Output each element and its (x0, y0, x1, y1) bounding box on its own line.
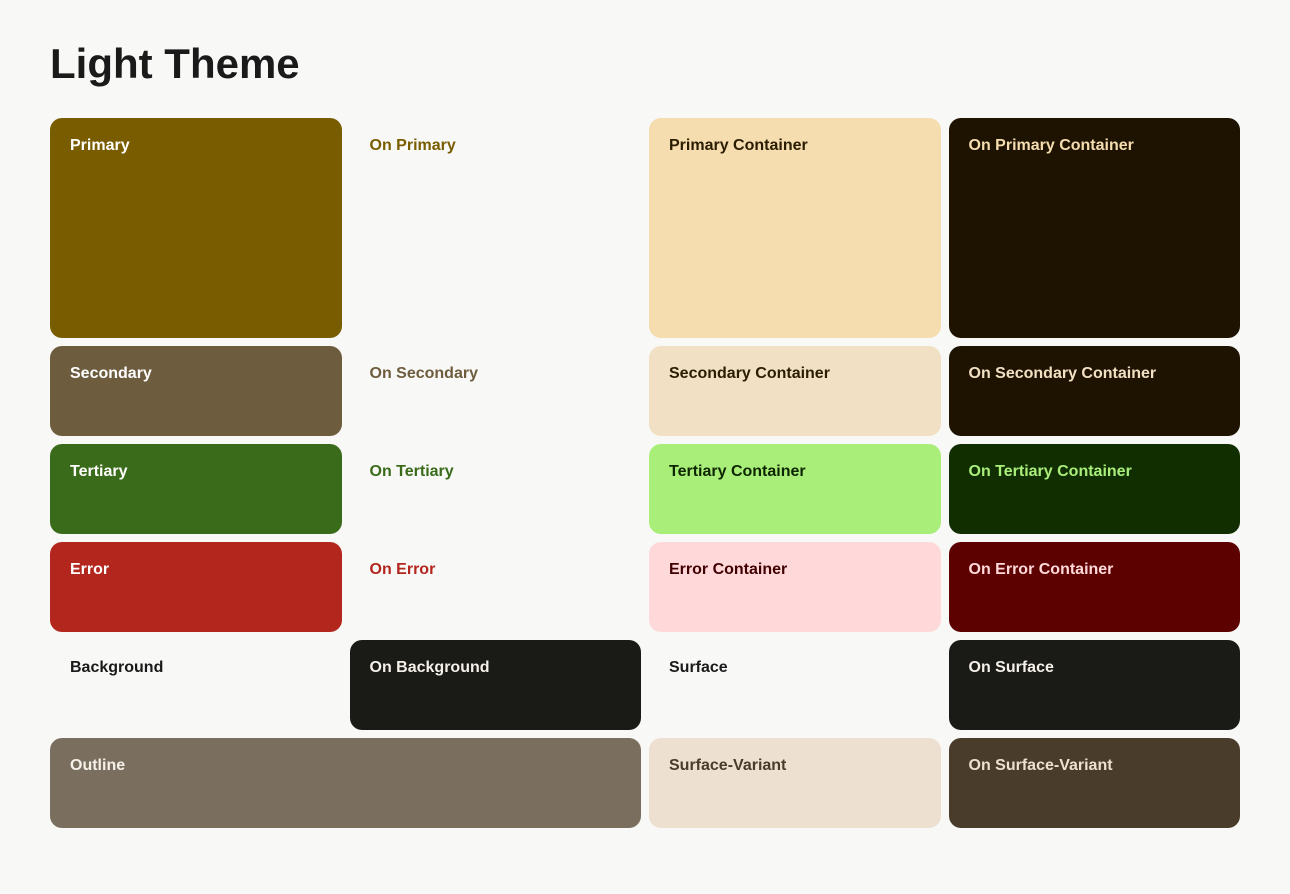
color-cell-label: Tertiary Container (669, 462, 806, 483)
color-cell-0-0: Primary (50, 118, 342, 338)
color-grid: Primary On Primary Primary Container On Pri… (50, 118, 1240, 828)
color-cell-label: Error (70, 560, 109, 581)
color-cell-2-2: Tertiary Container (649, 444, 941, 534)
color-cell-label: Background (70, 658, 163, 679)
color-cell-label: On Background (370, 658, 490, 679)
color-cell-label: Secondary Container (669, 364, 830, 385)
color-cell-5-1: Surface-Variant (649, 738, 941, 828)
color-cell-label: On Tertiary Container (969, 462, 1132, 483)
color-cell-label: Surface (669, 658, 728, 679)
color-cell-5-2: On Surface-Variant (949, 738, 1241, 828)
color-cell-4-2: Surface (649, 640, 941, 730)
color-cell-label: Surface-Variant (669, 756, 786, 777)
color-cell-3-0: Error (50, 542, 342, 632)
color-cell-label: Secondary (70, 364, 152, 385)
color-cell-label: Primary (70, 136, 130, 157)
color-cell-label: Outline (70, 756, 125, 777)
color-cell-1-1: On Secondary (350, 346, 642, 436)
color-cell-label: On Error Container (969, 560, 1114, 581)
color-cell-3-2: Error Container (649, 542, 941, 632)
color-cell-2-0: Tertiary (50, 444, 342, 534)
color-cell-4-0: Background (50, 640, 342, 730)
color-cell-4-3: On Surface (949, 640, 1241, 730)
color-cell-1-3: On Secondary Container (949, 346, 1241, 436)
color-cell-label: On Primary Container (969, 136, 1134, 157)
color-cell-2-3: On Tertiary Container (949, 444, 1241, 534)
color-cell-0-3: On Primary Container (949, 118, 1241, 338)
color-cell-3-3: On Error Container (949, 542, 1241, 632)
color-cell-0-1: On Primary (350, 118, 642, 338)
color-cell-label: On Secondary (370, 364, 478, 385)
color-cell-1-0: Secondary (50, 346, 342, 436)
color-cell-label: Tertiary (70, 462, 128, 483)
color-cell-0-2: Primary Container (649, 118, 941, 338)
color-cell-5-0: Outline (50, 738, 641, 828)
color-cell-label: On Secondary Container (969, 364, 1157, 385)
color-cell-4-1: On Background (350, 640, 642, 730)
page-title: Light Theme (50, 40, 1240, 88)
color-cell-1-2: Secondary Container (649, 346, 941, 436)
color-cell-label: On Tertiary (370, 462, 454, 483)
color-cell-label: Error Container (669, 560, 787, 581)
color-cell-2-1: On Tertiary (350, 444, 642, 534)
color-cell-label: On Surface (969, 658, 1054, 679)
color-cell-label: On Primary (370, 136, 456, 157)
color-cell-3-1: On Error (350, 542, 642, 632)
color-cell-label: Primary Container (669, 136, 808, 157)
color-cell-label: On Surface-Variant (969, 756, 1113, 777)
color-cell-label: On Error (370, 560, 436, 581)
